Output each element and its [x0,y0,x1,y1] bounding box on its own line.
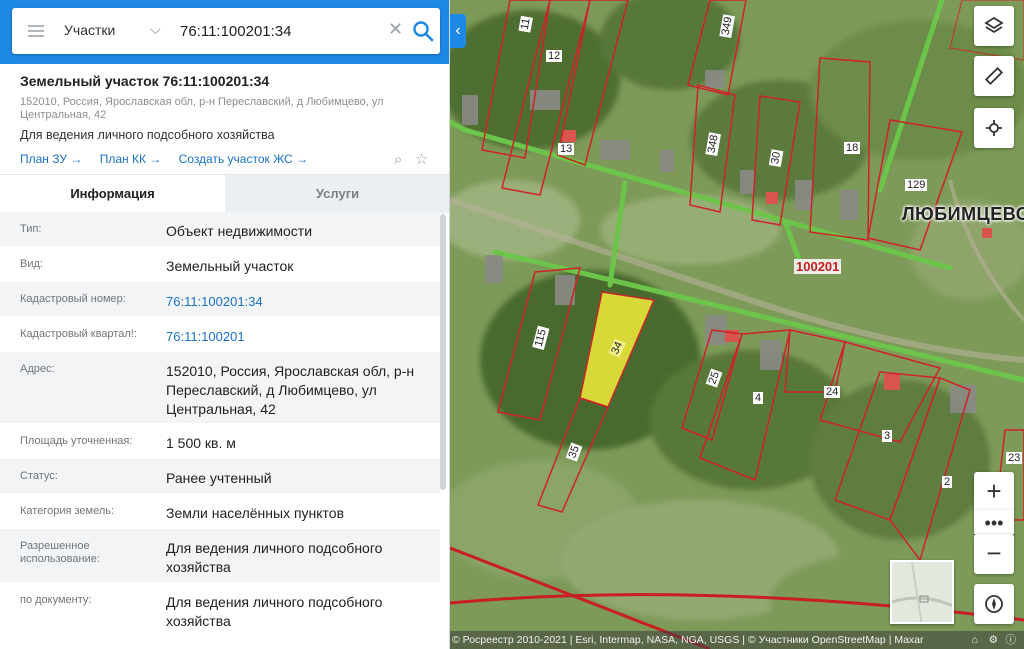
map-view[interactable]: 11 12 13 349 348 30 18 129 115 35 25 4 2… [450,0,1024,649]
attribute-table: Тип: Объект недвижимости Вид: Земельный … [0,212,449,637]
parcel-label: 23 [1006,452,1023,464]
plan-kk-link[interactable]: План КК → [100,152,162,166]
table-row: Статус: Ранее учтенный [0,459,440,494]
search-input[interactable] [180,20,380,42]
table-row: Категория земель: Земли населённых пункт… [0,494,440,529]
create-parcel-link[interactable]: Создать участок ЖС → [179,152,308,166]
more-button[interactable]: ••• [974,510,1014,534]
panel-scrollbar[interactable] [440,214,446,490]
search-bar: Участки ⌵ ✕ [0,0,449,64]
parcel-label: 18 [844,142,861,154]
object-links: План ЗУ → План КК → Создать участок ЖС → [20,152,322,166]
satellite-imagery [450,0,1024,649]
layers-icon [984,16,1004,34]
object-tools: ⌕ ☆ [386,150,428,169]
table-row: Тип: Объект недвижимости [0,212,440,247]
row-value: Для ведения личного подсобного хозяйства [166,540,383,575]
minimap-image [892,562,952,622]
object-title: Земельный участок 76:11:100201:34 [20,73,270,89]
row-label: Категория земель: [20,505,115,517]
table-row: Адрес: 152010, Россия, Ярославская обл, … [0,352,440,424]
row-label: Разрешенное использование: [20,540,100,565]
parcel-label: 129 [905,179,928,191]
parcel-label: 13 [558,143,575,155]
object-purpose: Для ведения личного подсобного хозяйства [20,128,275,142]
tab-bar: Информация Услуги [0,174,449,213]
star-icon[interactable]: ☆ [415,150,428,168]
table-row: Вид: Земельный участок [0,247,440,282]
row-value: 152010, Россия, Ярославская обл, р-н Пер… [166,363,415,417]
row-value: Для ведения личного подсобного хозяйства [166,594,383,629]
row-label: Площадь уточненная: [20,435,133,447]
category-select[interactable]: Участки [64,22,115,38]
search-box: Участки ⌵ ✕ [12,8,440,54]
table-row: по документу: Для ведения личного подсоб… [0,583,440,637]
row-label: Статус: [20,470,58,482]
row-value: Объект недвижимости [166,223,313,239]
locate-button[interactable] [974,108,1014,148]
cadastral-number-link[interactable]: 76:11:100201:34 [166,292,431,311]
village-label: ЛЮБИМЦЕВО [902,204,1024,224]
object-address: 152010, Россия, Ярославская обл, р-н Пер… [20,96,384,121]
quarter-label: 100201 [794,259,842,274]
row-label: Тип: [20,223,42,235]
row-label: Кадастровый квартал!: [20,328,137,340]
row-value: Ранее учтенный [166,470,272,486]
tab-services[interactable]: Услуги [225,175,449,213]
parcel-label: 3 [882,430,893,442]
info-panel: Участки ⌵ ✕ Земельный участок 76:11:1002… [0,0,450,649]
settings-icon[interactable]: ⚙ [989,631,998,649]
chevron-left-icon: ‹ [455,22,461,39]
plan-zu-link[interactable]: План ЗУ → [20,152,82,166]
cadastral-quarter-link[interactable]: 76:11:100201 [166,327,431,346]
home-icon[interactable]: ⌂ [972,631,978,649]
crosshair-icon [986,120,1002,136]
parcel-label: 24 [824,386,841,398]
close-icon[interactable]: ✕ [388,19,403,40]
more-dots-icon: ••• [984,513,1004,533]
map-attribution: © Росреестр 2010-2021 | Esri, Intermap, … [450,631,1024,649]
layers-button[interactable] [974,6,1014,46]
table-row: Площадь уточненная: 1 500 кв. м [0,424,440,459]
minus-icon: − [986,538,1002,568]
collapse-panel-button[interactable]: ‹ [450,14,466,48]
table-row: Разрешенное использование: Для ведения л… [0,529,440,583]
attribution-text: © Росреестр 2010-2021 | Esri, Intermap, … [452,634,924,646]
row-value: 1 500 кв. м [166,435,236,451]
row-value: Земельный участок [166,258,294,274]
row-value: Земли населённых пунктов [166,505,345,521]
row-label: Вид: [20,258,43,270]
hamburger-icon[interactable] [28,25,44,37]
row-label: Адрес: [20,363,55,375]
compass-icon [985,595,1003,613]
ruler-button[interactable] [974,56,1014,96]
compass-button[interactable] [974,584,1014,624]
overview-minimap[interactable] [890,560,954,624]
chevron-down-icon[interactable]: ⌵ [150,21,161,38]
info-icon[interactable]: ⓘ [1006,631,1017,649]
parcel-label: 4 [753,392,764,404]
row-label: по документу: [20,594,92,606]
table-row: Кадастровый квартал!: 76:11:100201 [0,317,440,352]
zoom-to-object-icon[interactable]: ⌕ [394,151,402,168]
zoom-in-button[interactable]: + [974,472,1014,512]
plus-icon: + [986,476,1002,506]
tab-information[interactable]: Информация [0,175,225,213]
row-label: Кадастровый номер: [20,293,126,305]
zoom-out-button[interactable]: − [974,534,1014,574]
search-icon[interactable] [412,20,434,42]
parcel-label: 2 [942,476,953,488]
ruler-icon [984,66,1004,86]
parcel-label: 12 [546,50,563,62]
table-row: Кадастровый номер: 76:11:100201:34 [0,282,440,317]
